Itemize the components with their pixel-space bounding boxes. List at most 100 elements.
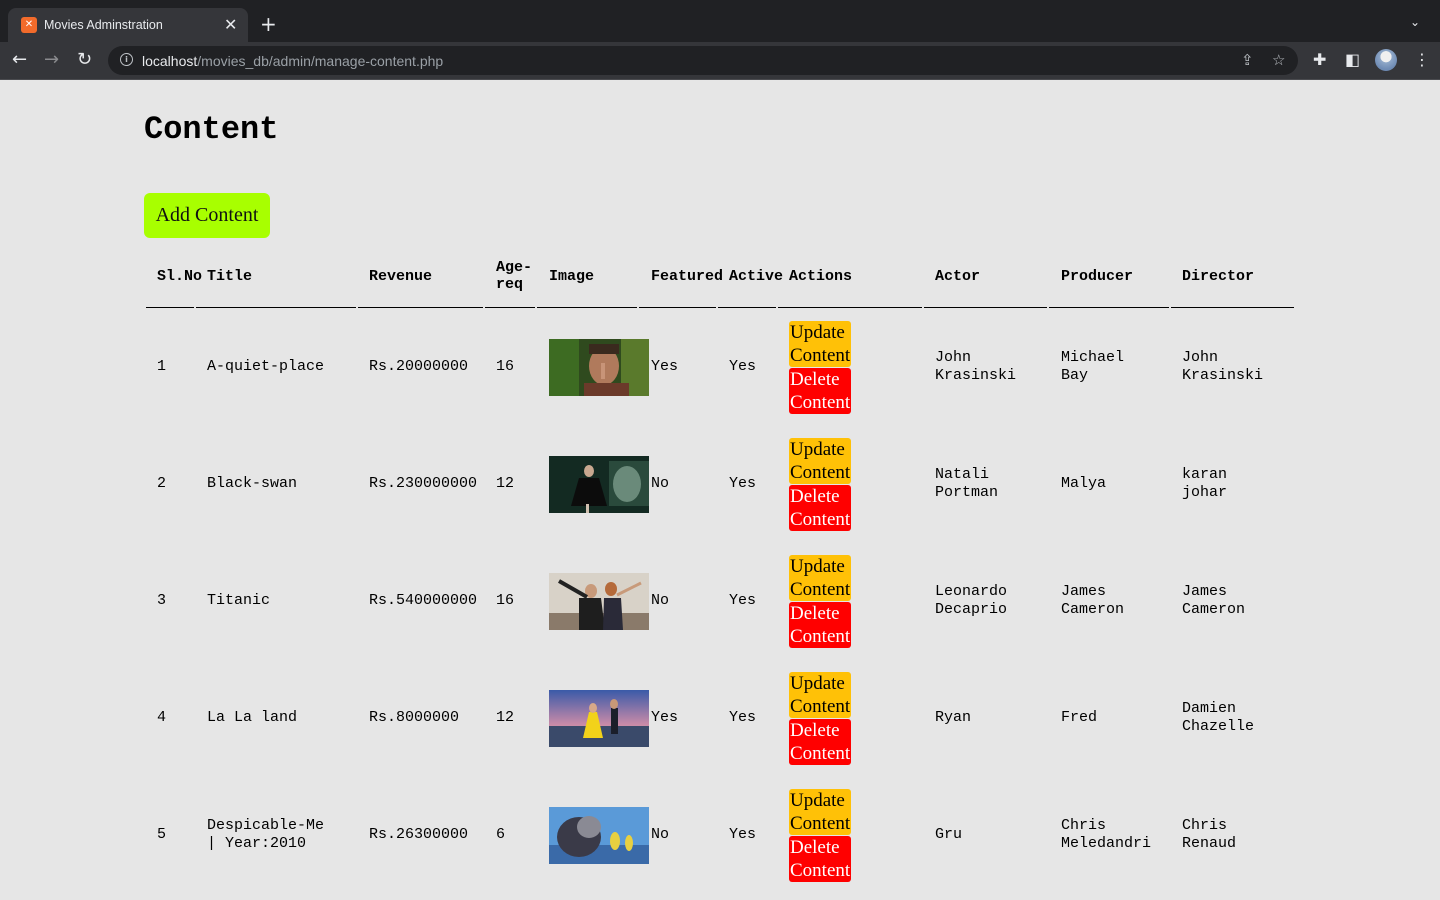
header-actor: Actor <box>935 268 981 285</box>
header-title: Title <box>207 268 253 285</box>
url-text[interactable]: localhost/movies_db/admin/manage-content… <box>142 52 443 70</box>
header-underline <box>639 307 716 308</box>
page-title: Content <box>144 111 279 148</box>
header-underline <box>537 307 637 308</box>
cell-director: karan johar <box>1182 466 1228 501</box>
cell-slno: 4 <box>157 709 167 726</box>
cell-revenue: Rs.26300000 <box>369 826 469 843</box>
update-content-button[interactable]: Update Content <box>789 789 852 835</box>
cell-age: 16 <box>496 592 515 609</box>
header-underline <box>718 307 776 308</box>
cell-producer: Malya <box>1061 475 1107 492</box>
delete-content-button[interactable]: Delete Content <box>789 485 852 531</box>
header-underline <box>1171 307 1294 308</box>
address-bar[interactable]: i localhost/movies_db/admin/manage-conte… <box>108 46 1298 75</box>
update-content-button[interactable]: Update Content <box>789 438 852 484</box>
delete-content-button[interactable]: Delete Content <box>789 836 852 882</box>
delete-content-button[interactable]: Delete Content <box>789 719 852 765</box>
header-underline <box>196 307 356 308</box>
cell-actor: Natali Portman <box>935 466 999 501</box>
cell-featured: Yes <box>651 358 679 375</box>
add-content-button[interactable]: Add Content <box>144 193 270 238</box>
movie-poster-image <box>549 339 649 396</box>
update-content-button[interactable]: Update Content <box>789 321 852 367</box>
cell-director: John Krasinski <box>1182 349 1264 384</box>
forward-arrow-icon[interactable]: → <box>44 49 59 71</box>
header-age-req: Age- req <box>496 259 533 293</box>
tab-title: Movies Adminstration <box>44 18 163 32</box>
cell-producer: Fred <box>1061 709 1098 726</box>
movie-poster-image <box>549 690 649 747</box>
header-underline <box>778 307 922 308</box>
cell-title: Black-swan <box>207 475 298 492</box>
delete-content-button[interactable]: Delete Content <box>789 368 852 414</box>
header-director: Director <box>1182 268 1255 285</box>
header-producer: Producer <box>1061 268 1134 285</box>
xampp-favicon-icon: ✕ <box>21 17 37 33</box>
header-underline <box>485 307 535 308</box>
header-image: Image <box>549 268 595 285</box>
cell-title: La La land <box>207 709 298 726</box>
cell-slno: 1 <box>157 358 167 375</box>
cell-actor: Leonardo Decaprio <box>935 583 1008 618</box>
movie-poster-image <box>549 573 649 630</box>
movie-poster-image <box>549 807 649 864</box>
cell-featured: Yes <box>651 709 679 726</box>
reload-icon[interactable]: ↻ <box>77 49 92 71</box>
browser-tab[interactable]: ✕ Movies Adminstration ✕ <box>8 8 248 42</box>
cell-slno: 2 <box>157 475 167 492</box>
share-icon[interactable]: ⇪ <box>1241 50 1254 70</box>
extensions-puzzle-icon[interactable]: ✚ <box>1313 50 1326 70</box>
cell-featured: No <box>651 592 670 609</box>
bookmark-star-icon[interactable]: ☆ <box>1272 50 1285 70</box>
cell-featured: No <box>651 826 670 843</box>
close-tab-icon[interactable]: ✕ <box>224 15 237 35</box>
cell-actor: Gru <box>935 826 963 843</box>
cell-title: Titanic <box>207 592 271 609</box>
browser-toolbar: ← → ↻ i localhost/movies_db/admin/manage… <box>0 42 1440 80</box>
cell-active: Yes <box>729 358 757 375</box>
cell-age: 6 <box>496 826 506 843</box>
cell-active: Yes <box>729 592 757 609</box>
cell-actor: John Krasinski <box>935 349 1017 384</box>
cell-director: Chris Renaud <box>1182 817 1237 852</box>
header-active: Active <box>729 268 784 285</box>
cell-producer: Chris Meledandri <box>1061 817 1152 852</box>
cell-revenue: Rs.8000000 <box>369 709 460 726</box>
cell-producer: Michael Bay <box>1061 349 1125 384</box>
cell-age: 12 <box>496 709 515 726</box>
site-info-icon[interactable]: i <box>120 53 133 66</box>
header-underline <box>1049 307 1169 308</box>
tab-search-chevron-icon[interactable]: ⌄ <box>1410 14 1420 30</box>
cell-active: Yes <box>729 826 757 843</box>
cell-slno: 3 <box>157 592 167 609</box>
update-content-button[interactable]: Update Content <box>789 672 852 718</box>
back-arrow-icon[interactable]: ← <box>12 49 27 71</box>
header-underline <box>924 307 1047 308</box>
profile-avatar[interactable] <box>1375 49 1397 71</box>
cell-producer: James Cameron <box>1061 583 1125 618</box>
cell-active: Yes <box>729 709 757 726</box>
new-tab-icon[interactable]: + <box>260 13 277 35</box>
header-featured: Featured <box>651 268 724 285</box>
cell-actor: Ryan <box>935 709 972 726</box>
header-slno: Sl.No <box>157 268 203 285</box>
delete-content-button[interactable]: Delete Content <box>789 602 852 648</box>
cell-age: 16 <box>496 358 515 375</box>
side-panel-icon[interactable]: ◧ <box>1345 50 1360 70</box>
header-revenue: Revenue <box>369 268 433 285</box>
browser-tab-strip: ✕ Movies Adminstration ✕ + ⌄ <box>0 0 1440 42</box>
cell-director: Damien Chazelle <box>1182 700 1255 735</box>
more-menu-icon[interactable]: ⋮ <box>1414 50 1430 70</box>
cell-active: Yes <box>729 475 757 492</box>
cell-slno: 5 <box>157 826 167 843</box>
cell-revenue: Rs.230000000 <box>369 475 478 492</box>
cell-title: A-quiet-place <box>207 358 325 375</box>
cell-revenue: Rs.540000000 <box>369 592 478 609</box>
cell-director: James Cameron <box>1182 583 1246 618</box>
header-underline <box>146 307 194 308</box>
update-content-button[interactable]: Update Content <box>789 555 852 601</box>
cell-revenue: Rs.20000000 <box>369 358 469 375</box>
movie-poster-image <box>549 456 649 513</box>
cell-age: 12 <box>496 475 515 492</box>
